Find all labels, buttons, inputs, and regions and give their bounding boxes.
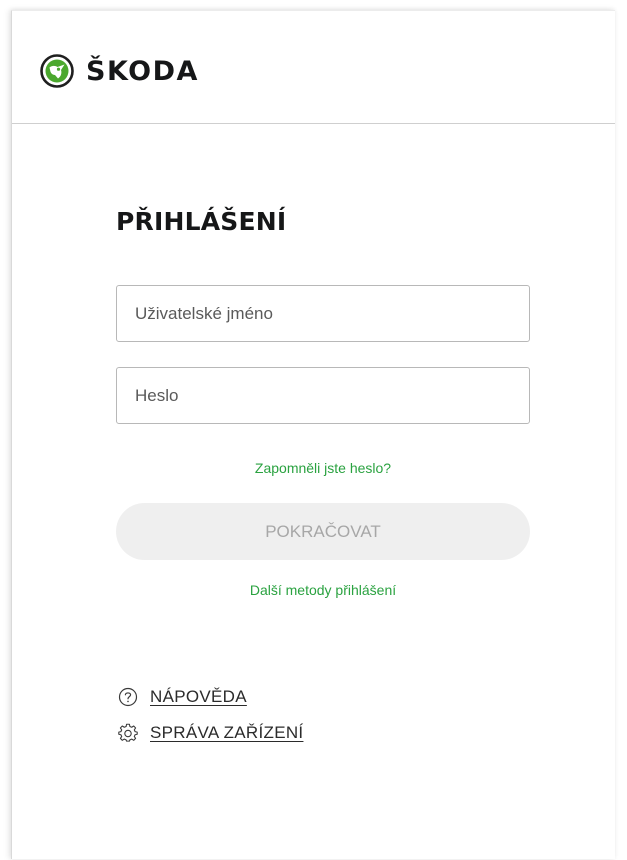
device-management-link[interactable]: SPRÁVA ZAŘÍZENÍ (118, 723, 303, 743)
device-management-label[interactable]: SPRÁVA ZAŘÍZENÍ (150, 723, 303, 743)
forgot-password-link[interactable]: Zapomněli jste heslo? (116, 460, 530, 476)
help-link[interactable]: NÁPOVĚDA (118, 687, 247, 707)
help-label[interactable]: NÁPOVĚDA (150, 687, 247, 707)
username-input[interactable] (116, 285, 530, 342)
brand-logo[interactable]: ŠKODA (40, 53, 199, 89)
page-title: PŘIHLÁŠENÍ (116, 207, 287, 236)
question-circle-icon (118, 687, 138, 707)
skoda-logo-icon (40, 54, 74, 88)
continue-button[interactable]: POKRAČOVAT (116, 503, 530, 560)
login-window: ŠKODA PŘIHLÁŠENÍ Zapomněli jste heslo? P… (11, 10, 615, 859)
brand-name: ŠKODA (86, 55, 199, 87)
header: ŠKODA (12, 11, 615, 124)
gear-icon (118, 723, 138, 742)
password-input[interactable] (116, 367, 530, 424)
other-login-methods-link[interactable]: Další metody přihlášení (116, 582, 530, 598)
